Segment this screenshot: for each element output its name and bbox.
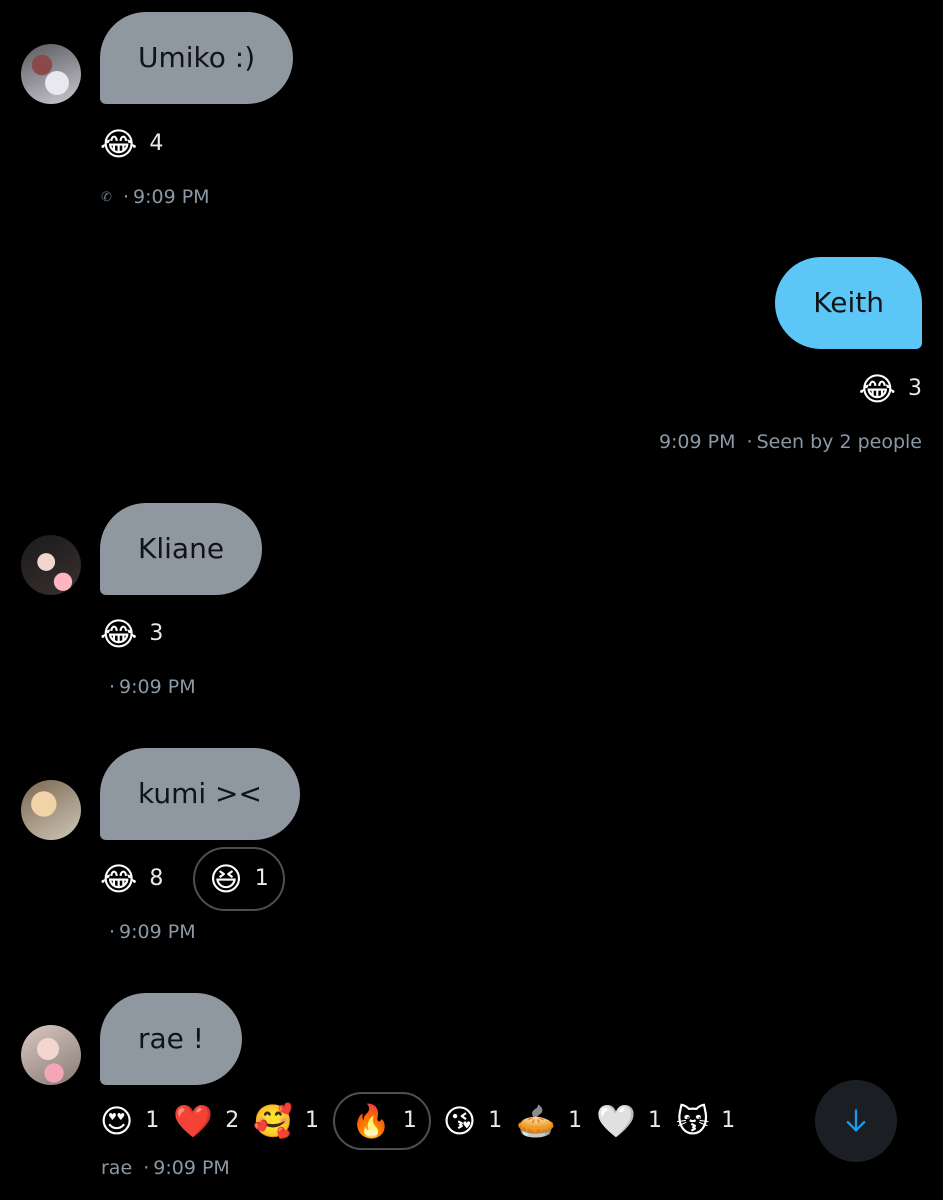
reaction-chip[interactable]: 😂 3 xyxy=(859,357,922,421)
message-time: 9:09 PM xyxy=(658,431,736,453)
arrow-down-icon xyxy=(846,1109,866,1132)
message-bubble[interactable]: Umiko :) xyxy=(100,12,294,104)
reaction-chip[interactable]: 😽 1 xyxy=(676,1089,735,1153)
message-meta: · 9:09 PM xyxy=(109,676,196,698)
reaction-chip[interactable]: 😂 3 xyxy=(100,602,163,666)
squinting-grin-emoji: 😆 xyxy=(209,860,243,898)
message-bubble-outgoing[interactable]: Keith xyxy=(775,257,922,349)
laughing-tears-emoji: 😂 xyxy=(100,125,138,163)
reaction-count: 1 xyxy=(145,1108,160,1133)
avatar-umiko[interactable] xyxy=(21,44,81,104)
reaction-count: 8 xyxy=(149,866,164,891)
message-time: 9:09 PM xyxy=(153,1157,230,1179)
message-bubble[interactable]: rae ! xyxy=(100,993,243,1085)
message-meta: 9:09 PM · Seen by 2 people xyxy=(658,431,922,453)
message-bubble[interactable]: kumi >< xyxy=(100,748,300,840)
message-time: 9:09 PM xyxy=(133,186,210,208)
reaction-count: 1 xyxy=(568,1108,583,1133)
message-time: 9:09 PM xyxy=(119,676,196,698)
message-meta: ✆ · 9:09 PM xyxy=(101,186,210,208)
avatar-kliane[interactable] xyxy=(21,535,81,595)
reaction-chip-selected[interactable]: 🔥 1 xyxy=(333,1092,431,1150)
avatar-kumi[interactable] xyxy=(21,780,81,840)
message-text: Umiko :) xyxy=(138,41,256,74)
reactions-row: 😂 4 xyxy=(100,112,181,176)
smiling-hearts-emoji: 🥰 xyxy=(253,1102,294,1140)
reaction-count: 1 xyxy=(402,1108,417,1133)
white-heart-emoji: 🤍 xyxy=(596,1102,636,1140)
reaction-chip[interactable]: 😂 4 xyxy=(100,112,163,176)
reaction-chip[interactable]: 🥰 1 xyxy=(253,1089,319,1153)
reaction-count: 1 xyxy=(647,1108,662,1133)
phone-icon: ✆ xyxy=(101,190,112,205)
sender-name[interactable]: rae xyxy=(101,1157,132,1179)
reaction-count: 3 xyxy=(149,621,164,646)
reaction-count: 1 xyxy=(488,1108,503,1133)
message-time: 9:09 PM xyxy=(119,921,196,943)
message-text: Kliane xyxy=(138,532,225,565)
reaction-chip[interactable]: 😘 1 xyxy=(443,1089,502,1153)
kissing-face-emoji: 😘 xyxy=(442,1102,477,1140)
reactions-row: 😂 8 😆 1 xyxy=(100,847,303,911)
message-bubble[interactable]: Kliane xyxy=(100,503,263,595)
message-meta: rae · 9:09 PM xyxy=(101,1157,230,1179)
reaction-count: 1 xyxy=(721,1108,736,1133)
reaction-chip[interactable]: 😂 8 xyxy=(100,847,163,911)
laughing-tears-emoji: 😂 xyxy=(100,860,138,898)
reaction-count: 2 xyxy=(225,1108,240,1133)
laughing-tears-emoji: 😂 xyxy=(858,370,896,408)
reaction-chip[interactable]: 🥧 1 xyxy=(516,1089,582,1153)
message-meta: · 9:09 PM xyxy=(109,921,196,943)
reaction-chip[interactable]: 🤍 1 xyxy=(596,1089,662,1153)
fire-emoji: 🔥 xyxy=(351,1102,391,1140)
avatar-rae[interactable] xyxy=(21,1025,81,1085)
reaction-count: 4 xyxy=(149,131,164,156)
reactions-row: 😂 3 xyxy=(859,357,932,421)
scroll-to-bottom-button[interactable] xyxy=(815,1080,897,1162)
reactions-row: 😂 3 xyxy=(100,602,181,666)
reaction-chip-selected[interactable]: 😆 1 xyxy=(193,847,285,911)
reactions-row: 😍 1 ❤️ 2 🥰 1 🔥 1 😘 1 🥧 1 🤍 1 😽 1 xyxy=(100,1089,753,1153)
reaction-chip[interactable]: ❤️ 2 xyxy=(173,1089,239,1153)
kissing-cat-emoji: 😽 xyxy=(675,1102,710,1140)
pie-emoji: 🥧 xyxy=(516,1102,557,1140)
red-heart-emoji: ❤️ xyxy=(173,1102,214,1140)
reaction-count: 1 xyxy=(254,866,269,891)
message-text: kumi >< xyxy=(138,777,262,810)
reaction-count: 1 xyxy=(305,1108,320,1133)
heart-eyes-emoji: 😍 xyxy=(100,1102,134,1140)
reaction-count: 3 xyxy=(908,376,922,401)
message-text: rae ! xyxy=(138,1022,205,1055)
reaction-chip[interactable]: 😍 1 xyxy=(100,1089,159,1153)
laughing-tears-emoji: 😂 xyxy=(100,615,138,653)
seen-status[interactable]: Seen by 2 people xyxy=(757,431,922,453)
message-text: Keith xyxy=(813,286,884,319)
